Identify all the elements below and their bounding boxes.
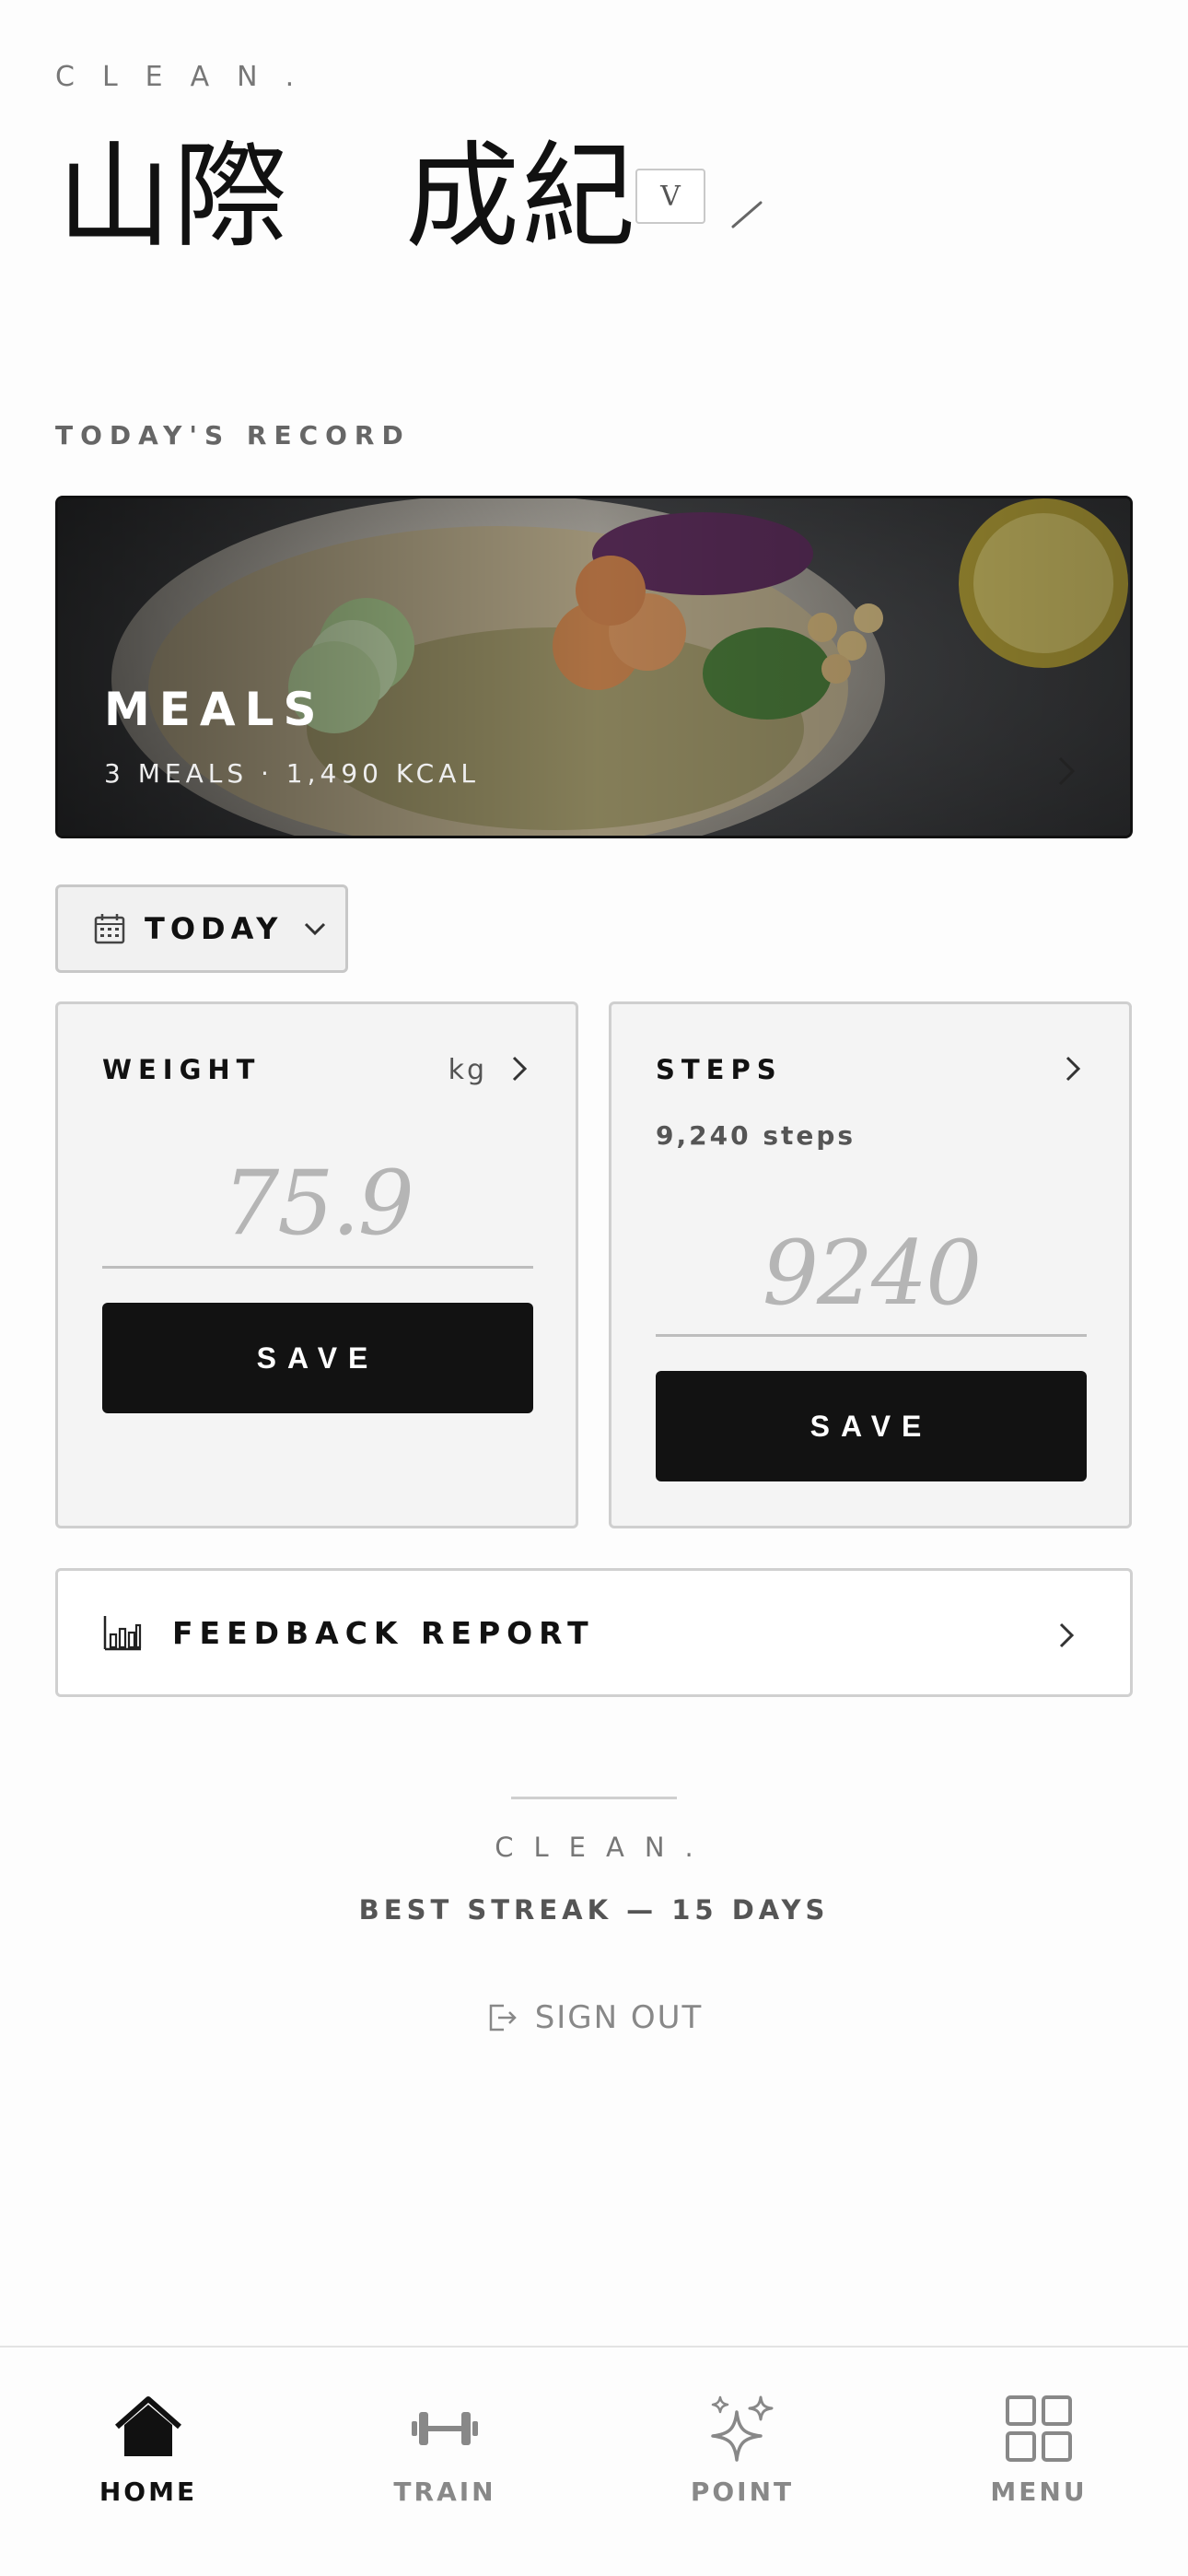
footer-divider bbox=[511, 1797, 677, 1799]
sparkles-icon bbox=[711, 2395, 774, 2462]
chevron-right-icon[interactable] bbox=[1063, 1052, 1083, 1085]
meals-card[interactable]: MEALS 3 MEALS · 1,490 KCAL bbox=[55, 496, 1133, 838]
steps-input-underline bbox=[656, 1334, 1087, 1337]
sign-out-icon bbox=[489, 2004, 517, 2032]
weight-title: WEIGHT bbox=[102, 1054, 262, 1085]
section-label-todays-record: TODAY'S RECORD bbox=[55, 420, 411, 451]
brand-logo: CLEAN. bbox=[55, 61, 322, 93]
steps-title: STEPS bbox=[656, 1054, 783, 1085]
date-selector[interactable]: TODAY bbox=[55, 884, 348, 973]
tab-point-label: POINT bbox=[690, 2476, 795, 2507]
date-selector-label: TODAY bbox=[145, 911, 284, 946]
feedback-report-button[interactable]: FEEDBACK REPORT bbox=[55, 1568, 1133, 1697]
chevron-right-icon[interactable] bbox=[509, 1052, 530, 1085]
calendar-icon bbox=[94, 914, 125, 944]
save-steps-button[interactable]: SAVE bbox=[656, 1371, 1087, 1481]
bar-chart-icon bbox=[103, 1616, 142, 1651]
tab-home-label: HOME bbox=[99, 2476, 198, 2507]
edit-name-icon[interactable] bbox=[729, 199, 766, 228]
steps-input[interactable]: 9240 bbox=[656, 1222, 1087, 1325]
member-rank-badge[interactable]: V bbox=[635, 169, 705, 224]
feedback-report-label: FEEDBACK REPORT bbox=[172, 1614, 595, 1651]
tab-point[interactable]: POINT bbox=[594, 2348, 891, 2576]
bottom-tab-bar: HOME TRAIN POINT MENU bbox=[0, 2346, 1188, 2576]
sign-out-label: SIGN OUT bbox=[534, 1999, 704, 2036]
meals-summary: 3 MEALS · 1,490 KCAL bbox=[104, 758, 480, 789]
dumbbell-icon bbox=[412, 2412, 478, 2445]
steps-summary: 9,240 steps bbox=[656, 1120, 856, 1151]
tab-menu-label: MENU bbox=[990, 2476, 1088, 2507]
chevron-right-icon bbox=[1058, 756, 1076, 786]
tab-train[interactable]: TRAIN bbox=[297, 2348, 593, 2576]
sign-out-button[interactable]: SIGN OUT bbox=[0, 1999, 1188, 2036]
weight-input-underline bbox=[102, 1266, 533, 1269]
tab-train-label: TRAIN bbox=[393, 2476, 496, 2507]
weight-card: WEIGHT kg 75.9 SAVE bbox=[55, 1001, 578, 1528]
home-screen: CLEAN. 山際 成紀 V TODAY'S RECORD MEALS 3 ME… bbox=[0, 0, 1188, 2576]
chevron-right-icon bbox=[1059, 1622, 1075, 1648]
user-name: 山際 成紀 bbox=[57, 131, 638, 263]
footer-brand: CLEAN. bbox=[495, 1832, 714, 1863]
tab-menu[interactable]: MENU bbox=[891, 2348, 1187, 2576]
steps-card: STEPS 9,240 steps 9240 SAVE bbox=[609, 1001, 1132, 1528]
best-streak: BEST STREAK — 15 DAYS bbox=[358, 1894, 830, 1926]
meals-title: MEALS bbox=[104, 683, 326, 736]
tab-home[interactable]: HOME bbox=[0, 2348, 297, 2576]
save-weight-button[interactable]: SAVE bbox=[102, 1303, 533, 1413]
weight-input[interactable]: 75.9 bbox=[102, 1152, 533, 1255]
home-icon bbox=[115, 2396, 181, 2456]
weight-unit: kg bbox=[448, 1054, 487, 1086]
grid-icon bbox=[1006, 2395, 1072, 2462]
chevron-down-icon bbox=[305, 922, 326, 936]
